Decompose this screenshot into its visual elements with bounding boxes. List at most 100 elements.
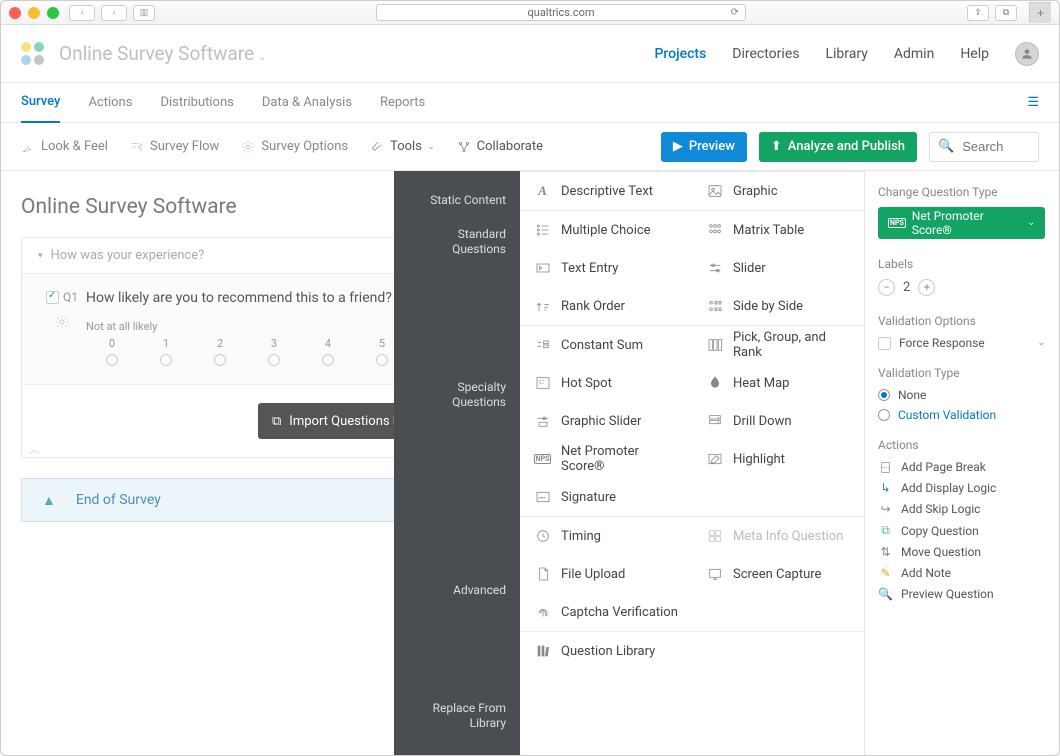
action-copy-question[interactable]: ⧉Copy Question	[878, 523, 1045, 538]
window-controls	[9, 7, 59, 19]
action-move-question[interactable]: ⇅Move Question	[878, 545, 1045, 559]
tab-reports[interactable]: Reports	[380, 83, 425, 123]
survey-options-button[interactable]: Survey Options	[241, 139, 348, 154]
refresh-icon[interactable]: ⟳	[731, 7, 739, 18]
tabs-button[interactable]: ⧉	[995, 5, 1017, 21]
menu-item-descriptive-text[interactable]: ADescriptive Text	[520, 172, 692, 210]
nav-admin[interactable]: Admin	[894, 46, 934, 62]
action-add-note[interactable]: ✎Add Note	[878, 566, 1045, 580]
tab-data-analysis[interactable]: Data & Analysis	[262, 83, 352, 123]
move-icon: ⇅	[878, 545, 893, 559]
preview-button[interactable]: ▶ Preview	[661, 132, 747, 162]
menu-item-timing[interactable]: Timing	[520, 517, 692, 555]
user-avatar[interactable]	[1015, 42, 1039, 66]
copy-icon: ⧉	[272, 414, 281, 429]
project-title-dropdown[interactable]: Online Survey Software⌄	[59, 42, 266, 65]
menu-item-slider[interactable]: Slider	[692, 249, 864, 287]
menu-item-captcha[interactable]: Captcha Verification	[520, 593, 692, 631]
project-tabs: Survey Actions Distributions Data & Anal…	[1, 83, 1059, 123]
nav-directories[interactable]: Directories	[732, 46, 799, 62]
action-add-skip-logic[interactable]: ↪Add Skip Logic	[878, 502, 1045, 516]
app-window: ‹ › ▥ qualtrics.com ⟳ ⇪ ⧉ + Online Surve…	[0, 0, 1060, 756]
question-type-selector[interactable]: NPS Net Promoter Score® ⌄	[878, 207, 1045, 239]
url-bar[interactable]: qualtrics.com ⟳	[376, 4, 746, 21]
menu-item-text-entry[interactable]: Text Entry	[520, 249, 692, 287]
search-input[interactable]	[960, 138, 1030, 155]
labels-value: 2	[903, 280, 910, 295]
new-tab-button[interactable]: +	[1029, 2, 1051, 23]
back-button[interactable]: ‹	[69, 5, 95, 21]
validation-none-radio[interactable]: None	[878, 388, 1045, 402]
skip-logic-icon: ↪	[878, 502, 893, 516]
menu-item-heat-map[interactable]: Heat Map	[692, 364, 864, 402]
decrement-button[interactable]: −	[878, 279, 895, 296]
menu-item-screen-capture[interactable]: Screen Capture	[692, 555, 864, 593]
collapse-toggle[interactable]: ︿	[29, 441, 40, 457]
action-add-display-logic[interactable]: ↳Add Display Logic	[878, 481, 1045, 495]
analyze-publish-button[interactable]: ⬆ Analyze and Publish	[759, 132, 917, 162]
list-view-icon[interactable]: ☰	[1027, 95, 1039, 110]
clock-icon	[534, 528, 551, 545]
survey-flow-button[interactable]: Survey Flow	[130, 139, 219, 154]
close-window-button[interactable]	[9, 7, 21, 19]
menu-item-constant-sum[interactable]: Constant Sum	[520, 326, 692, 364]
question-settings-sidebar: Change Question Type NPS Net Promoter Sc…	[863, 171, 1059, 755]
menu-cat-advanced: Advanced	[394, 571, 520, 689]
action-preview-question[interactable]: 🔍Preview Question	[878, 587, 1045, 601]
gear-icon[interactable]	[54, 314, 70, 330]
question-checkbox[interactable]	[46, 291, 59, 304]
menu-item-file-upload[interactable]: File Upload	[520, 555, 692, 593]
menu-item-graphic-slider[interactable]: Graphic Slider	[520, 402, 692, 440]
menu-cat-static: Static Content	[394, 171, 520, 221]
text-icon: A	[534, 183, 551, 200]
side-by-side-icon	[706, 298, 723, 315]
maximize-window-button[interactable]	[47, 7, 59, 19]
menu-item-signature[interactable]: Signature	[520, 478, 692, 516]
nps-icon: NPS	[534, 451, 551, 468]
nav-projects[interactable]: Projects	[654, 46, 706, 62]
checkbox[interactable]	[878, 337, 891, 350]
nav-library[interactable]: Library	[825, 46, 867, 62]
menu-item-multiple-choice[interactable]: Multiple Choice	[520, 211, 692, 249]
tab-actions[interactable]: Actions	[88, 83, 132, 123]
sidebar-button[interactable]: ▥	[133, 5, 155, 21]
share-button[interactable]: ⇪	[967, 5, 989, 21]
question-id: Q1	[63, 290, 78, 304]
nps-icon: NPS	[888, 218, 906, 228]
screen-capture-icon	[706, 566, 723, 583]
upload-icon: ⬆	[771, 139, 782, 154]
validation-custom-radio[interactable]: Custom Validation	[878, 408, 1045, 422]
menu-item-rank-order[interactable]: Rank Order	[520, 287, 692, 325]
menu-item-question-library[interactable]: Question Library	[520, 632, 864, 670]
menu-item-highlight[interactable]: Highlight	[692, 440, 864, 478]
menu-item-graphic[interactable]: Graphic	[692, 172, 864, 210]
menu-item-meta-info[interactable]: Meta Info Question	[692, 517, 864, 555]
nav-help[interactable]: Help	[960, 46, 989, 62]
force-response-toggle[interactable]: Force Response ⌄	[878, 336, 1045, 350]
question-type-menu: Static Content Standard Questions Specia…	[394, 171, 865, 755]
tools-dropdown[interactable]: Tools ⌄	[370, 139, 435, 154]
increment-button[interactable]: +	[918, 279, 935, 296]
menu-item-drill-down[interactable]: Drill Down	[692, 402, 864, 440]
collaborate-button[interactable]: Collaborate	[457, 139, 543, 154]
file-icon	[534, 566, 551, 583]
menu-item-nps[interactable]: NPSNet Promoter Score®	[520, 440, 692, 478]
url-host: qualtrics.com	[528, 6, 595, 19]
app-header: Online Survey Software⌄ Projects Directo…	[1, 25, 1059, 83]
menu-item-pick-group-rank[interactable]: Pick, Group, and Rank	[692, 326, 864, 364]
action-add-page-break[interactable]: Add Page Break	[878, 460, 1045, 474]
tab-distributions[interactable]: Distributions	[160, 83, 233, 123]
menu-item-hot-spot[interactable]: Hot Spot	[520, 364, 692, 402]
sum-icon	[534, 337, 551, 354]
look-and-feel-button[interactable]: Look & Feel	[21, 139, 108, 154]
menu-item-side-by-side[interactable]: Side by Side	[692, 287, 864, 325]
search-input-container[interactable]: 🔍	[929, 132, 1039, 162]
menu-item-matrix-table[interactable]: Matrix Table	[692, 211, 864, 249]
tab-survey[interactable]: Survey	[21, 83, 60, 123]
minimize-window-button[interactable]	[28, 7, 40, 19]
qualtrics-logo-icon	[21, 42, 45, 66]
chevron-down-icon: ⌄	[1027, 218, 1035, 228]
forward-button[interactable]: ›	[101, 5, 127, 21]
image-icon	[706, 183, 723, 200]
display-logic-icon: ↳	[878, 481, 893, 495]
